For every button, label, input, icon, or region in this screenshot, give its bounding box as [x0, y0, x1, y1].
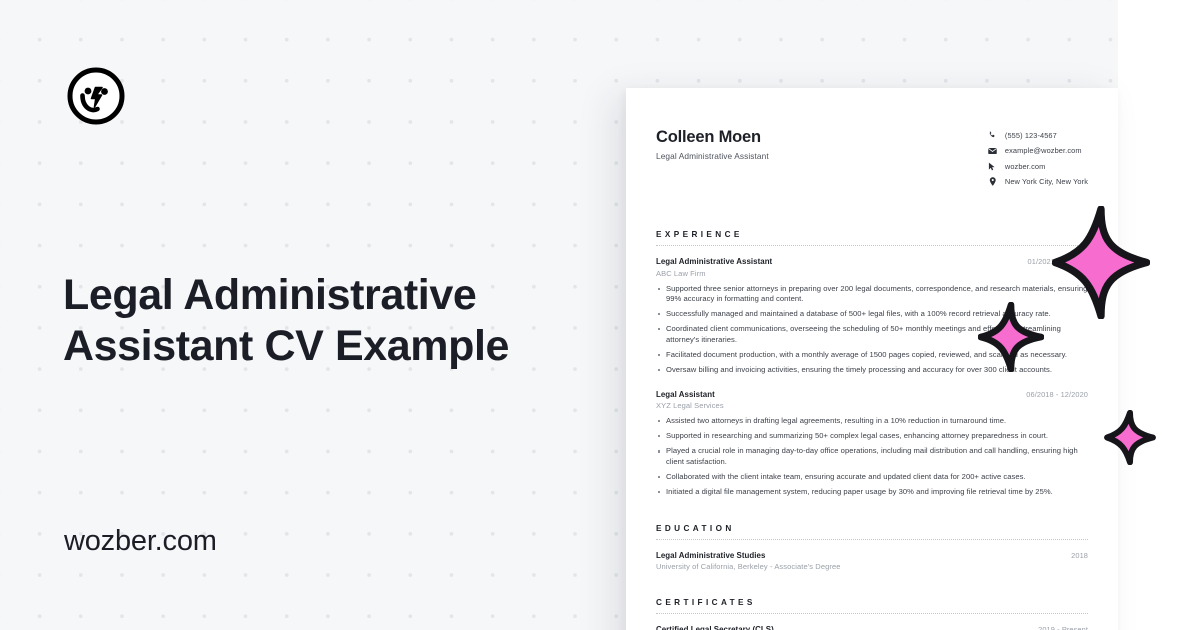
experience-entry: Legal Assistant 06/2018 - 12/2020 XYZ Le… — [656, 390, 1088, 498]
entry-header: Legal Administrative Studies 2018 — [656, 551, 1088, 560]
bullet-item: Supported in researching and summarizing… — [656, 431, 1088, 442]
contact-value-phone: (555) 123-4567 — [1004, 130, 1057, 140]
contact-value-email: example@wozber.com — [1004, 146, 1082, 155]
bullet-item: Collaborated with the client intake team… — [656, 472, 1088, 483]
contact-list: (555) 123-4567 example@wozber.com wozber… — [987, 130, 1088, 192]
entry-date: 2019 - Present — [1038, 625, 1088, 630]
entry-subtitle: XYZ Legal Services — [656, 401, 724, 411]
entry-title: Legal Administrative Assistant — [656, 257, 773, 266]
section-title: EXPERIENCE — [656, 230, 743, 239]
education-entry: Legal Administrative Studies 2018 Univer… — [656, 551, 1088, 572]
entry-title: Certified Legal Secretary (CLS) — [656, 625, 774, 630]
section-title: CERTIFICATES — [656, 598, 756, 608]
sparkle-large — [1051, 205, 1151, 320]
wozber-logo[interactable] — [66, 66, 126, 126]
section-divider — [656, 538, 1088, 540]
page-title: Legal Administrative Assistant CV Exampl… — [63, 271, 510, 370]
envelope-icon — [987, 146, 998, 156]
entry-title: Legal Assistant — [656, 389, 715, 399]
bullet-item: Played a crucial role in managing day-to… — [656, 446, 1088, 467]
wozber-smiley-logo-icon — [67, 67, 125, 125]
contact-row-email: example@wozber.com — [987, 146, 1088, 156]
entry-date: 06/2018 - 12/2020 — [1026, 389, 1088, 399]
resume-preview-card[interactable]: Colleen Moen Legal Administrative Assist… — [626, 88, 1118, 630]
section-divider — [656, 613, 1088, 615]
resume-section-education: EDUCATION Legal Administrative Studies 2… — [656, 523, 1088, 572]
sparkle-small — [1104, 409, 1156, 466]
contact-value-website: wozber.com — [1004, 161, 1046, 171]
section-title: EDUCATION — [656, 523, 735, 533]
bullet-item: Initiated a digital file management syst… — [656, 487, 1088, 498]
entry-date: 2018 — [1071, 550, 1088, 560]
entry-header: Legal Assistant 06/2018 - 12/2020 — [656, 390, 1088, 399]
cursor-icon — [987, 161, 998, 171]
resume-name: Colleen Moen — [656, 128, 761, 146]
contact-row-website: wozber.com — [987, 161, 1088, 171]
resume-role: Legal Administrative Assistant — [656, 151, 769, 161]
resume-identity: Colleen Moen Legal Administrative Assist… — [656, 128, 769, 161]
bullet-item: Assisted two attorneys in drafting legal… — [656, 416, 1088, 427]
certificate-entry: Certified Legal Secretary (CLS) 2019 - P… — [656, 625, 1088, 630]
entry-bullets: Assisted two attorneys in drafting legal… — [656, 416, 1088, 498]
four-point-star-icon — [977, 301, 1045, 373]
contact-row-location: New York City, New York — [987, 177, 1088, 187]
entry-header: Certified Legal Secretary (CLS) 2019 - P… — [656, 625, 1088, 630]
location-pin-icon — [987, 177, 998, 187]
resume-section-certificates: CERTIFICATES Certified Legal Secretary (… — [656, 598, 1088, 630]
contact-row-phone: (555) 123-4567 — [987, 130, 1088, 140]
entry-subtitle: University of California, Berkeley - Ass… — [656, 562, 841, 572]
phone-icon — [987, 130, 998, 140]
site-label: wozber.com — [64, 525, 217, 557]
four-point-star-icon — [1051, 205, 1151, 320]
four-point-star-icon — [1104, 409, 1156, 466]
section-divider — [656, 245, 1088, 246]
entry-header: Legal Administrative Assistant 01/2021 -… — [656, 257, 1088, 266]
sparkle-mid — [977, 301, 1045, 373]
entry-title: Legal Administrative Studies — [656, 550, 766, 560]
resume-header: Colleen Moen Legal Administrative Assist… — [656, 128, 1088, 192]
contact-value-location: New York City, New York — [1004, 177, 1088, 186]
entry-subtitle: ABC Law Firm — [656, 268, 706, 278]
